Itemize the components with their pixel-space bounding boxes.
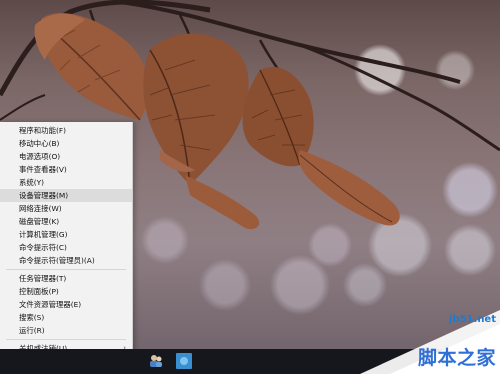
menu-item-label: 移动中心(B): [19, 139, 60, 148]
menu-item[interactable]: 命令提示符(C): [0, 241, 132, 254]
menu-item-label: 系统(Y): [19, 178, 45, 187]
start-button[interactable]: [0, 349, 40, 374]
menu-item-label: 电源选项(O): [19, 152, 61, 161]
winx-context-menu: 程序和功能(F) 移动中心(B) 电源选项(O) 事件查看器(V) 系统(Y) 设备管理器…: [0, 122, 133, 371]
menu-separator: [6, 339, 126, 340]
leaf-left: [34, 12, 149, 121]
menu-item-label: 程序和功能(F): [19, 126, 66, 135]
watermark-title: 脚本之家: [417, 347, 496, 369]
menu-item[interactable]: 磁盘管理(K): [0, 215, 132, 228]
menu-item-label: 网络连接(W): [19, 204, 62, 213]
people-icon[interactable]: [148, 353, 164, 369]
menu-item-label: 命令提示符(C): [19, 243, 67, 252]
menu-separator: [6, 269, 126, 270]
menu-item-label: 计算机管理(G): [19, 230, 68, 239]
menu-item-label: 文件资源管理器(E): [19, 300, 82, 309]
menu-item[interactable]: 程序和功能(F): [0, 124, 132, 137]
menu-item-label: 运行(R): [19, 326, 45, 335]
menu-item[interactable]: 文件资源管理器(E): [0, 298, 132, 311]
menu-item[interactable]: 命令提示符(管理员)(A): [0, 254, 132, 267]
menu-item[interactable]: 搜索(S): [0, 311, 132, 324]
menu-item[interactable]: 设备管理器(M): [0, 189, 132, 202]
menu-item[interactable]: 计算机管理(G): [0, 228, 132, 241]
menu-item-label: 磁盘管理(K): [19, 217, 60, 226]
menu-item-label: 控制面板(P): [19, 287, 59, 296]
menu-item-label: 事件查看器(V): [19, 165, 67, 174]
menu-item[interactable]: 事件查看器(V): [0, 163, 132, 176]
menu-item[interactable]: 电源选项(O): [0, 150, 132, 163]
app-icon[interactable]: [176, 353, 192, 369]
menu-item[interactable]: 移动中心(B): [0, 137, 132, 150]
menu-item[interactable]: 系统(Y): [0, 176, 132, 189]
watermark-url: jb51.net: [449, 314, 496, 325]
leaf-center: [143, 33, 260, 230]
menu-item-label: 任务管理器(T): [19, 274, 67, 283]
menu-item[interactable]: 网络连接(W): [0, 202, 132, 215]
menu-item-label: 搜索(S): [19, 313, 45, 322]
leaf-right: [242, 66, 400, 226]
menu-item[interactable]: 控制面板(P): [0, 285, 132, 298]
site-watermark: jb51.net 脚本之家: [360, 310, 500, 374]
menu-item[interactable]: 运行(R): [0, 324, 132, 337]
menu-item[interactable]: 任务管理器(T): [0, 272, 132, 285]
menu-item-label: 命令提示符(管理员)(A): [19, 256, 95, 265]
menu-item-label: 设备管理器(M): [19, 191, 69, 200]
